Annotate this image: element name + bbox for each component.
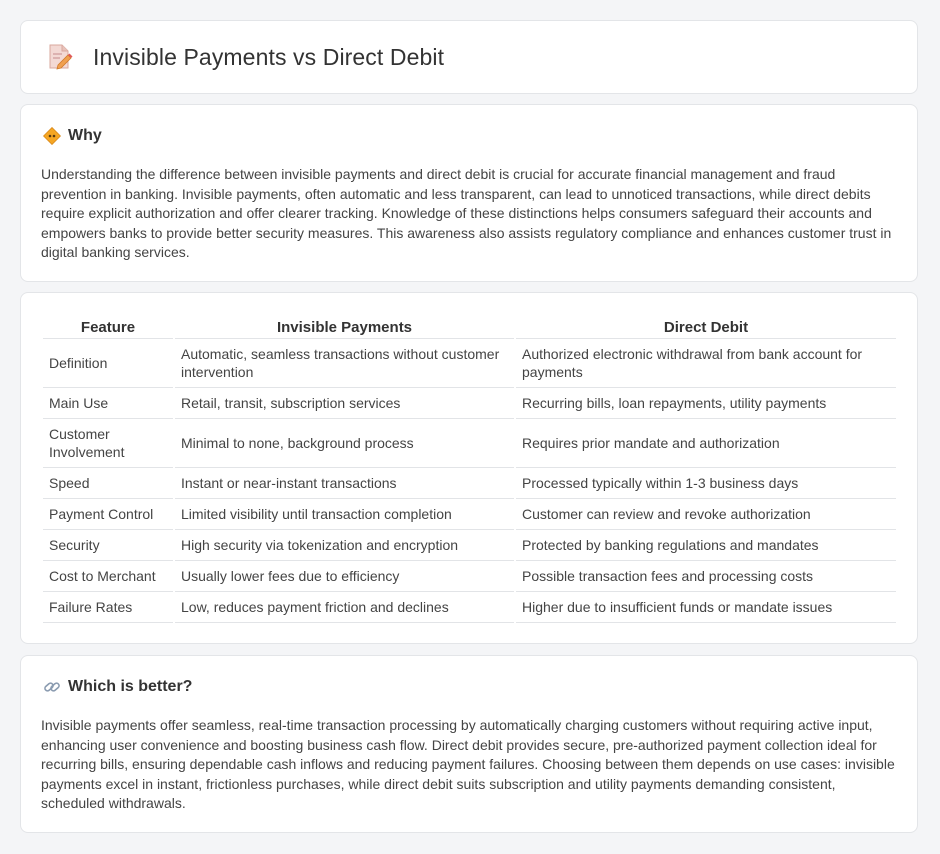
table-cell: Security (43, 530, 173, 561)
table-row: Customer Involvement Minimal to none, ba… (43, 419, 896, 468)
why-heading: Why (43, 127, 102, 145)
table-cell: High security via tokenization and encry… (175, 530, 514, 561)
why-text: Understanding the difference between inv… (41, 166, 892, 260)
better-title: Which is better? (68, 678, 193, 695)
table-cell: Main Use (43, 388, 173, 419)
table-cell: Instant or near-instant transactions (175, 468, 514, 499)
table-cell: Payment Control (43, 499, 173, 530)
table-cell: Higher due to insufficient funds or mand… (516, 592, 896, 623)
table-row: Main Use Retail, transit, subscription s… (43, 388, 896, 419)
table-cell: Retail, transit, subscription services (175, 388, 514, 419)
table-cell: Failure Rates (43, 592, 173, 623)
comparison-table: Feature Invisible Payments Direct Debit … (41, 315, 898, 623)
header-invisible-payments: Invisible Payments (175, 315, 514, 339)
page-title: Invisible Payments vs Direct Debit (93, 43, 445, 70)
table-cell: Cost to Merchant (43, 561, 173, 592)
header-direct-debit: Direct Debit (516, 315, 896, 339)
table-cell: Customer Involvement (43, 419, 173, 468)
title-row: Invisible Payments vs Direct Debit (47, 43, 444, 71)
table-row: Security High security via tokenization … (43, 530, 896, 561)
table-cell: Protected by banking regulations and man… (516, 530, 896, 561)
table-cell: Possible transaction fees and processing… (516, 561, 896, 592)
table-cell: Authorized electronic withdrawal from ba… (516, 339, 896, 388)
table-cell: Recurring bills, loan repayments, utilit… (516, 388, 896, 419)
why-title: Why (68, 127, 102, 144)
table-cell: Minimal to none, background process (175, 419, 514, 468)
link-icon (44, 682, 60, 692)
table-header-row: Feature Invisible Payments Direct Debit (43, 315, 896, 339)
why-section: Why Understanding the difference between… (20, 104, 918, 282)
sign-icon (43, 127, 61, 145)
table-cell: Requires prior mandate and authorization (516, 419, 896, 468)
table-cell: Speed (43, 468, 173, 499)
table-cell: Low, reduces payment friction and declin… (175, 592, 514, 623)
table-cell: Usually lower fees due to efficiency (175, 561, 514, 592)
better-heading: Which is better? (43, 678, 192, 696)
table-row: Definition Automatic, seamless transacti… (43, 339, 896, 388)
table-row: Payment Control Limited visibility until… (43, 499, 896, 530)
table-cell: Automatic, seamless transactions without… (175, 339, 514, 388)
better-text: Invisible payments offer seamless, real-… (41, 717, 895, 811)
document-pencil-icon (49, 44, 73, 70)
table-cell: Definition (43, 339, 173, 388)
table-cell: Limited visibility until transaction com… (175, 499, 514, 530)
header-feature: Feature (43, 315, 173, 339)
table-row: Cost to Merchant Usually lower fees due … (43, 561, 896, 592)
header-card: Invisible Payments vs Direct Debit (20, 20, 918, 94)
which-is-better-section: Which is better? Invisible payments offe… (20, 655, 918, 833)
table-cell: Processed typically within 1-3 business … (516, 468, 896, 499)
comparison-section: Feature Invisible Payments Direct Debit … (20, 292, 918, 644)
table-row: Failure Rates Low, reduces payment frict… (43, 592, 896, 623)
table-cell: Customer can review and revoke authoriza… (516, 499, 896, 530)
table-row: Speed Instant or near-instant transactio… (43, 468, 896, 499)
